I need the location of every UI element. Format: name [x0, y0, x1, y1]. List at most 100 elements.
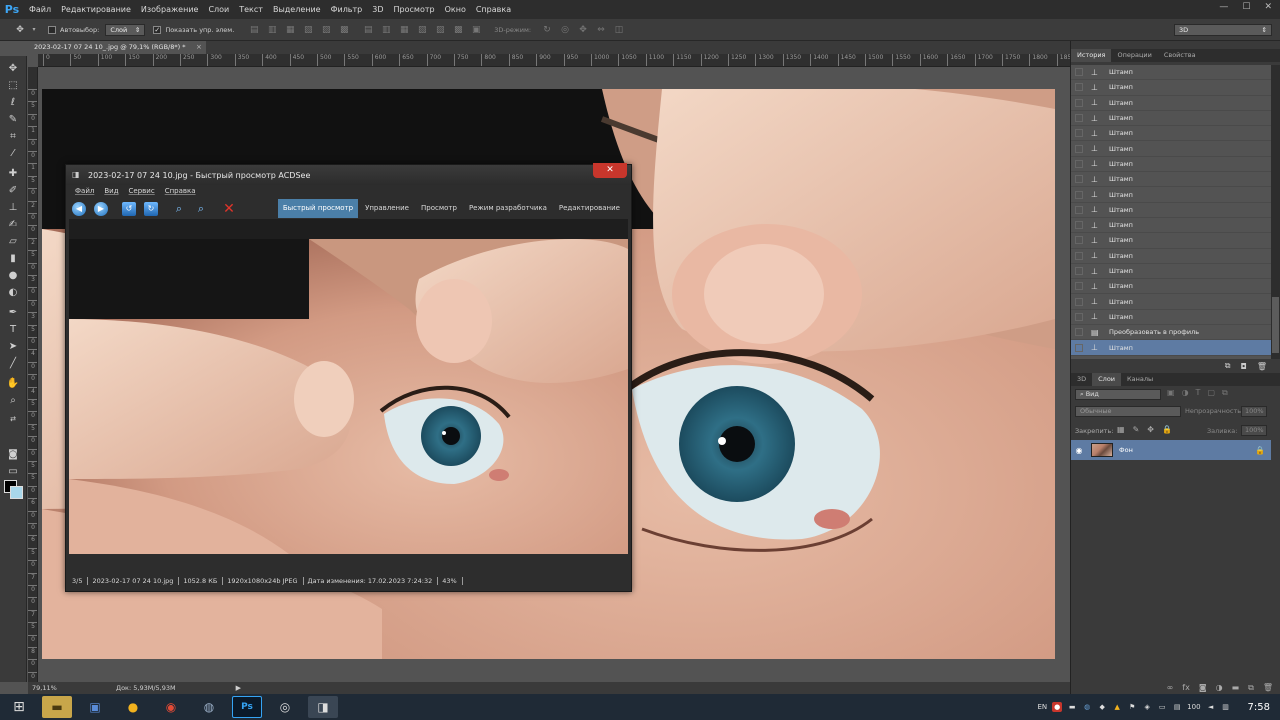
link-layers-icon[interactable]: ∞: [1167, 683, 1174, 692]
adjustment-filter-icon[interactable]: ◑: [1182, 388, 1189, 398]
zoom-tool-icon[interactable]: ⌕: [6, 394, 20, 408]
eyedropper-tool-icon[interactable]: ⁄: [6, 147, 20, 161]
new-group-icon[interactable]: ▬: [1232, 683, 1240, 692]
history-state-row[interactable]: ⊥ Штамп: [1071, 96, 1271, 111]
tray-flag-icon[interactable]: ⚑: [1127, 702, 1137, 712]
shape-filter-icon[interactable]: ▢: [1207, 388, 1215, 398]
zoom-out-icon[interactable]: ⌕: [194, 202, 208, 216]
yellow-app-icon[interactable]: ●: [118, 696, 148, 718]
history-source-checkbox[interactable]: [1075, 68, 1083, 77]
blend-mode-select[interactable]: Обычные: [1075, 406, 1181, 417]
tray-nvidia-icon[interactable]: ◆: [1097, 702, 1107, 712]
adjustment-layer-icon[interactable]: ◑: [1216, 683, 1223, 692]
acdsee-menu-help[interactable]: Справка: [160, 187, 201, 195]
lock-position-icon[interactable]: ✥: [1147, 425, 1154, 434]
acdsee-close-button[interactable]: ✕: [593, 163, 627, 178]
smart-object-filter-icon[interactable]: ⧉: [1222, 388, 1228, 398]
distribute-bottom-icon[interactable]: ▦: [398, 24, 410, 36]
history-source-checkbox[interactable]: [1075, 312, 1083, 321]
status-menu-arrow-icon[interactable]: ▶: [236, 684, 241, 692]
maximize-button[interactable]: ☐: [1242, 2, 1250, 12]
chevron-down-icon[interactable]: ▾: [28, 24, 40, 36]
3d-roll-icon[interactable]: ◎: [559, 24, 571, 36]
dodge-tool-icon[interactable]: ◐: [6, 286, 20, 300]
chrome-icon[interactable]: ◉: [156, 696, 186, 718]
history-source-checkbox[interactable]: [1075, 221, 1083, 230]
new-document-from-state-icon[interactable]: ⧉: [1225, 361, 1231, 371]
history-state-row[interactable]: ⊥ Штамп: [1071, 65, 1271, 81]
lasso-tool-icon[interactable]: ℓ: [6, 96, 20, 110]
mode-edit[interactable]: Редактирование: [554, 199, 625, 218]
menu-select[interactable]: Выделение: [268, 0, 326, 19]
pen-tool-icon[interactable]: ✒: [6, 306, 20, 320]
menu-view[interactable]: Просмотр: [389, 0, 440, 19]
battery-level[interactable]: 100: [1187, 703, 1200, 711]
zoom-in-icon[interactable]: ⌕: [172, 202, 186, 216]
history-brush-tool-icon[interactable]: ✍: [6, 218, 20, 232]
start-button[interactable]: ⊞: [4, 696, 34, 718]
tab-3d[interactable]: 3D: [1071, 373, 1092, 386]
close-icon[interactable]: ×: [196, 41, 202, 54]
distribute-right-icon[interactable]: ▩: [452, 24, 464, 36]
distribute-left-icon[interactable]: ▧: [416, 24, 428, 36]
keyboard-language[interactable]: EN: [1037, 703, 1047, 711]
new-layer-icon[interactable]: ⧉: [1248, 683, 1254, 693]
history-state-row[interactable]: ⊥ Штамп: [1071, 218, 1271, 234]
acdsee-titlebar[interactable]: ◨ 2023-02-17 07 24 10.jpg - Быстрый прос…: [66, 163, 631, 185]
history-state-row[interactable]: ⊥ Штамп: [1071, 157, 1271, 173]
history-scrollbar[interactable]: [1271, 65, 1280, 359]
menu-file[interactable]: Файл: [24, 0, 56, 19]
type-filter-icon[interactable]: T: [1196, 388, 1201, 398]
3d-rotate-icon[interactable]: ↻: [541, 24, 553, 36]
next-arrow-icon[interactable]: ▶: [94, 201, 108, 216]
history-source-checkbox[interactable]: [1075, 236, 1083, 245]
history-source-checkbox[interactable]: [1075, 129, 1083, 138]
acdsee-taskbar-icon[interactable]: ◨: [308, 696, 338, 718]
3d-pan-icon[interactable]: ✥: [577, 24, 589, 36]
align-bottom-icon[interactable]: ▦: [284, 24, 296, 36]
history-state-row[interactable]: ⊥ Штамп: [1071, 187, 1271, 203]
distribute-vcenter-icon[interactable]: ▥: [380, 24, 392, 36]
rotate-right-icon[interactable]: ↻: [144, 201, 158, 216]
tab-properties[interactable]: Свойства: [1158, 49, 1202, 62]
eye-visibility-icon[interactable]: ◉: [1071, 446, 1087, 455]
tray-monitor-icon[interactable]: ▭: [1157, 702, 1167, 712]
move-tool-preset-icon[interactable]: ✥: [14, 24, 26, 36]
path-select-tool-icon[interactable]: ➤: [6, 340, 20, 354]
tray-app-icon[interactable]: ●: [1052, 702, 1063, 712]
tab-channels[interactable]: Каналы: [1121, 373, 1159, 386]
opacity-input[interactable]: 100%: [1241, 406, 1267, 417]
volume-icon[interactable]: ◄: [1206, 702, 1216, 712]
history-source-checkbox[interactable]: [1075, 251, 1083, 260]
align-vcenter-icon[interactable]: ▥: [266, 24, 278, 36]
tab-actions[interactable]: Операции: [1111, 49, 1157, 62]
mode-developer[interactable]: Режим разработчика: [464, 199, 552, 218]
history-state-row[interactable]: ⊥ Штамп: [1071, 295, 1271, 310]
rotate-left-icon[interactable]: ↺: [122, 201, 136, 216]
tray-steam-icon[interactable]: ◍: [1082, 702, 1092, 712]
history-state-row[interactable]: ⊥ Штамп: [1071, 340, 1271, 356]
history-state-row[interactable]: ⊥ Штамп: [1071, 80, 1271, 96]
lock-pixels-icon[interactable]: ✎: [1133, 425, 1140, 434]
brush-tool-icon[interactable]: ✐: [6, 184, 20, 198]
history-source-checkbox[interactable]: [1075, 114, 1083, 123]
minimize-button[interactable]: —: [1219, 2, 1228, 12]
gradient-tool-icon[interactable]: ▮: [6, 252, 20, 266]
history-state-row[interactable]: ⊥ Штамп: [1071, 126, 1271, 142]
history-state-row[interactable]: ⊥ Штамп: [1071, 310, 1271, 326]
distribute-hcenter-icon[interactable]: ▨: [434, 24, 446, 36]
align-left-icon[interactable]: ▧: [302, 24, 314, 36]
close-button[interactable]: ✕: [1264, 2, 1272, 12]
history-state-row[interactable]: ▤ Преобразовать в профиль: [1071, 325, 1271, 341]
trash-icon[interactable]: 🗑: [1257, 362, 1267, 371]
menu-help[interactable]: Справка: [471, 0, 516, 19]
auto-align-icon[interactable]: ▣: [470, 24, 482, 36]
delete-x-icon[interactable]: ✕: [222, 202, 236, 216]
acdsee-image-area[interactable]: [69, 219, 628, 554]
mode-manage[interactable]: Управление: [360, 199, 414, 218]
save-disk-icon[interactable]: ▣: [80, 696, 110, 718]
obs-icon[interactable]: ◎: [270, 696, 300, 718]
layer-style-icon[interactable]: fx: [1182, 683, 1190, 692]
workspace-select[interactable]: 3D ⇕: [1174, 24, 1272, 36]
history-source-checkbox[interactable]: [1075, 159, 1083, 168]
